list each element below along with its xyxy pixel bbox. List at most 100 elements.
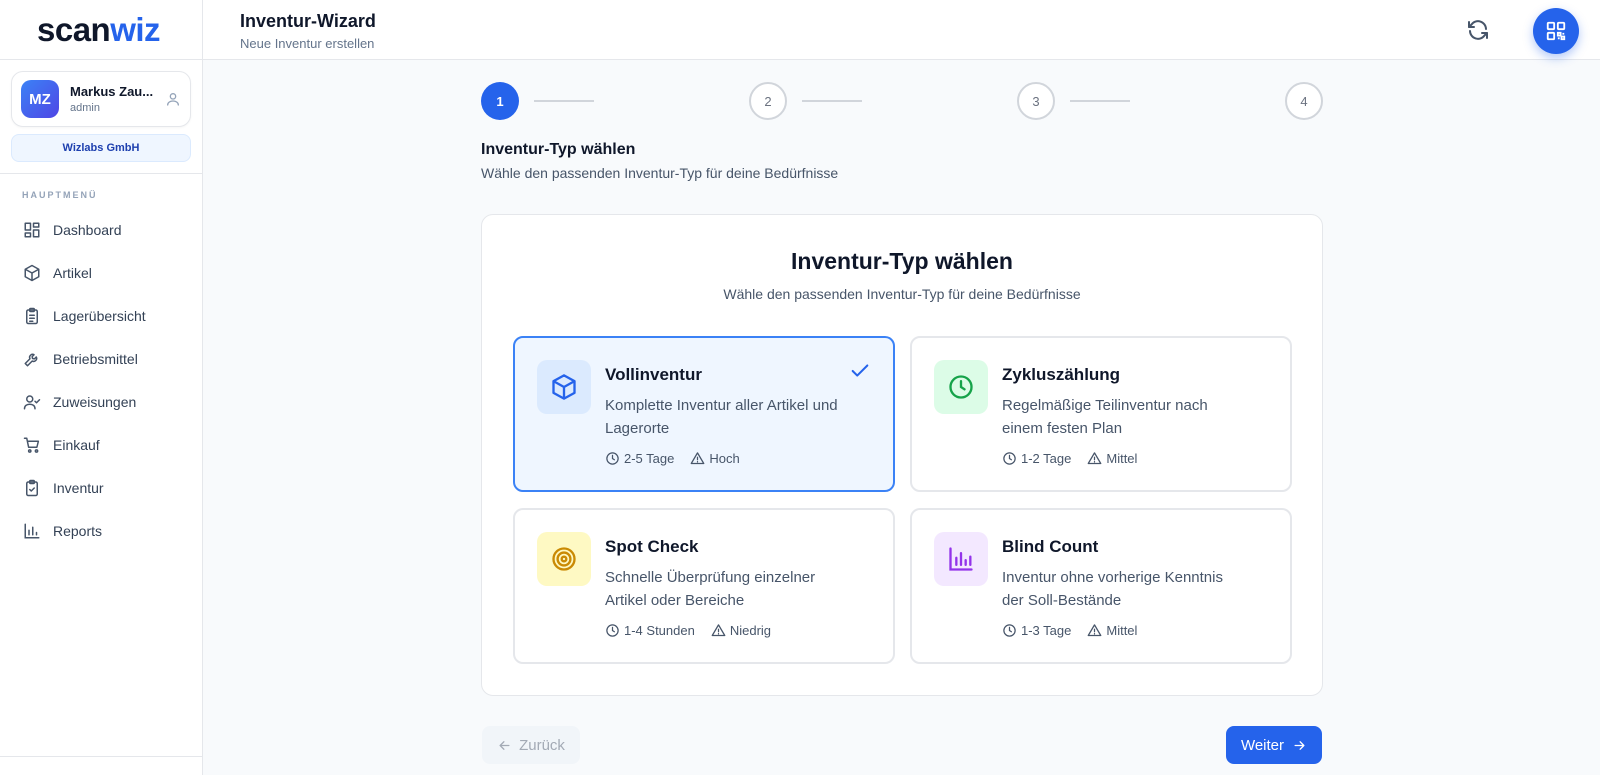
sidebar-item-einkauf[interactable]: Einkauf (11, 423, 191, 466)
back-button-label: Zurück (519, 736, 565, 754)
next-button-label: Weiter (1240, 736, 1285, 754)
app-logo[interactable]: scan wiz (0, 0, 202, 60)
main-menu: Dashboard Artikel Lagerübersicht Betrieb… (11, 208, 191, 552)
clock-icon (606, 452, 619, 465)
section-subtitle: Wähle den passenden Inventur-Typ für dei… (481, 165, 839, 181)
option-meta: 1-2 Tage Mittel (1002, 451, 1153, 466)
sidebar-item-betriebsmittel[interactable]: Betriebsmittel (11, 337, 191, 380)
warning-icon (711, 624, 726, 637)
step-4: 4 (1285, 82, 1323, 120)
option-title: Blind Count (1002, 537, 1099, 556)
option-effort: Mittel (1106, 623, 1138, 638)
option-duration: 1-2 Tage (1021, 451, 1072, 466)
sidebar-item-zuweisungen[interactable]: Zuweisungen (11, 380, 191, 423)
refresh-icon[interactable] (1466, 18, 1490, 42)
top-header: Inventur-Wizard Neue Inventur erstellen (203, 0, 1600, 60)
sidebar-item-label: Zuweisungen (53, 393, 137, 410)
sidebar-item-label: Lagerübersicht (53, 307, 146, 324)
option-duration: 2-5 Tage (624, 451, 675, 466)
option-icon-wrapper (537, 532, 591, 586)
option-effort: Mittel (1106, 451, 1138, 466)
sidebar-item-lageruebersicht[interactable]: Lagerübersicht (11, 294, 191, 337)
dashboard-icon (24, 222, 40, 237)
package-icon (552, 374, 576, 400)
company-badge: Wizlabs GmbH (11, 134, 191, 162)
option-icon-wrapper (934, 532, 988, 586)
arrow-right-icon (1294, 740, 1305, 750)
user-icon (167, 93, 179, 106)
back-button[interactable]: Zurück (482, 726, 580, 764)
option-icon-wrapper (537, 360, 591, 414)
clock-icon (1003, 452, 1016, 465)
option-effort: Niedrig (729, 623, 772, 638)
page-title: Inventur-Wizard (240, 11, 376, 31)
logo-text-part2: wiz (110, 10, 161, 48)
qr-code-icon (1546, 21, 1566, 41)
option-title: Spot Check (605, 537, 699, 556)
target-icon (552, 547, 576, 571)
section-title: Inventur-Typ wählen (481, 141, 636, 158)
divider (0, 756, 202, 757)
warning-icon (1087, 452, 1102, 465)
bar-chart-icon (949, 547, 973, 571)
option-duration: 1-3 Tage (1021, 623, 1072, 638)
warning-icon (690, 452, 705, 465)
sidebar-item-label: Reports (53, 522, 103, 539)
divider (0, 173, 202, 174)
cart-icon (23, 437, 40, 453)
sidebar-item-label: Dashboard (53, 221, 122, 238)
sidebar: scan wiz MZ Markus Zau... admin Wizlabs G… (0, 0, 203, 775)
sidebar-item-label: Einkauf (53, 436, 100, 453)
user-check-icon (23, 394, 41, 409)
arrow-left-icon (499, 740, 510, 750)
option-duration: 1-4 Stunden (624, 623, 695, 638)
clock-icon (606, 624, 619, 637)
sidebar-item-label: Betriebsmittel (53, 350, 138, 367)
sidebar-item-label: Inventur (53, 479, 104, 496)
option-meta: 1-3 Tage Mittel (1002, 623, 1153, 638)
option-title: Vollinventur (605, 365, 702, 384)
card-title: Inventur-Typ wählen (791, 248, 1013, 274)
option-meta: 1-4 Stunden Niedrig (605, 623, 787, 638)
wizard-stepper: 1 2 3 4 (481, 82, 1323, 120)
option-description: Komplette Inventur aller Artikel und Lag… (605, 397, 838, 437)
inventory-type-card: Inventur-Typ wählen Wähle den passenden … (481, 214, 1323, 696)
step-2: 2 (749, 82, 787, 120)
option-title: Zykluszählung (1002, 365, 1121, 384)
menu-heading: HAUPTMENÜ (22, 190, 98, 200)
wrench-icon (24, 353, 38, 366)
option-meta: 2-5 Tage Hoch (605, 451, 756, 466)
user-card[interactable]: MZ Markus Zau... admin (11, 71, 191, 127)
step-connector (534, 100, 594, 102)
user-role: admin (70, 102, 100, 114)
sidebar-item-reports[interactable]: Reports (11, 509, 191, 552)
logo-text-part1: scan (37, 10, 111, 48)
step-1: 1 (481, 82, 519, 120)
next-button[interactable]: Weiter (1226, 726, 1322, 764)
sidebar-item-artikel[interactable]: Artikel (11, 251, 191, 294)
clipboard-check-icon (26, 479, 38, 496)
option-zykluszaehlung[interactable]: Zykluszählung Regelmäßige Teilinventur n… (910, 336, 1292, 492)
bar-chart-icon (24, 523, 40, 538)
avatar: MZ (21, 80, 59, 118)
user-name: Markus Zau... (70, 84, 154, 99)
clock-icon (949, 375, 973, 399)
sidebar-item-inventur[interactable]: Inventur (11, 466, 191, 509)
option-description: Regelmäßige Teilinventur nach einem fest… (1002, 397, 1208, 437)
step-connector (1070, 100, 1130, 102)
option-icon-wrapper (934, 360, 988, 414)
option-blind-count[interactable]: Blind Count Inventur ohne vorherige Kenn… (910, 508, 1292, 664)
clock-icon (1003, 624, 1016, 637)
warning-icon (1087, 624, 1102, 637)
option-description: Inventur ohne vorherige Kenntnis der Sol… (1002, 569, 1223, 609)
page-subtitle: Neue Inventur erstellen (240, 36, 375, 51)
step-3: 3 (1017, 82, 1055, 120)
sidebar-item-label: Artikel (53, 264, 92, 281)
step-connector (802, 100, 862, 102)
qr-scan-button[interactable] (1533, 8, 1579, 54)
card-subtitle: Wähle den passenden Inventur-Typ für dei… (723, 286, 1081, 302)
option-spot-check[interactable]: Spot Check Schnelle Überprüfung einzelne… (513, 508, 895, 664)
option-description: Schnelle Überprüfung einzelner Artikel o… (605, 569, 816, 609)
option-vollinventur[interactable]: Vollinventur Komplette Inventur aller Ar… (513, 336, 895, 492)
sidebar-item-dashboard[interactable]: Dashboard (11, 208, 191, 251)
